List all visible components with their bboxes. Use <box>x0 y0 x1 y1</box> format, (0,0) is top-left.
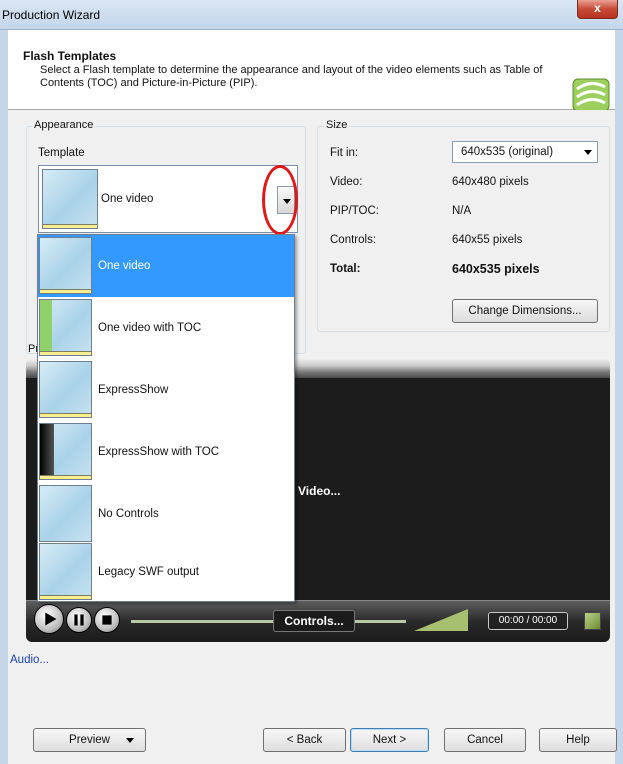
template-option-label: One video <box>98 260 151 272</box>
stop-button[interactable] <box>94 607 120 633</box>
help-button[interactable]: Help <box>539 728 617 752</box>
pause-button[interactable] <box>66 607 92 633</box>
template-thumbnail <box>39 423 92 480</box>
change-dimensions-button[interactable]: Change Dimensions... <box>452 299 598 323</box>
stop-icon <box>102 615 112 625</box>
video-size-value: 640x480 pixels <box>452 176 529 188</box>
fit-in-label: Fit in: <box>330 147 359 159</box>
pause-icon <box>74 614 84 626</box>
template-option-one-video-toc[interactable]: One video with TOC <box>38 297 294 359</box>
time-display: 00:00 / 00:00 <box>488 612 568 630</box>
template-thumbnail <box>39 237 92 294</box>
template-option-label: One video with TOC <box>98 322 202 334</box>
window-frame-right <box>615 30 623 764</box>
total-size-value: 640x535 pixels <box>452 262 540 276</box>
window-title: Production Wizard <box>2 8 101 22</box>
template-thumbnail <box>39 543 92 600</box>
wizard-header: Flash Templates Select a Flash template … <box>8 30 615 112</box>
template-option-label: ExpressShow <box>98 384 169 396</box>
page-title: Flash Templates <box>23 49 117 63</box>
close-icon: x <box>594 1 601 15</box>
template-combobox[interactable]: One video <box>38 165 298 233</box>
template-option-expressshow[interactable]: ExpressShow <box>38 359 294 421</box>
template-thumbnail <box>42 169 98 229</box>
preview-button[interactable]: Preview <box>33 728 146 752</box>
audio-link[interactable]: Audio... <box>10 654 49 666</box>
title-bar: Production Wizard x <box>0 0 623 30</box>
cancel-button[interactable]: Cancel <box>444 728 526 752</box>
window-frame-left <box>0 30 8 764</box>
template-option-one-video[interactable]: One video <box>38 235 294 297</box>
controls-placeholder: Controls... <box>273 610 355 632</box>
close-button[interactable]: x <box>577 0 618 19</box>
page-description: Select a Flash template to determine the… <box>40 64 543 89</box>
back-button[interactable]: < Back <box>263 728 346 752</box>
highlight-circle <box>262 165 298 235</box>
pip-toc-label: PIP/TOC: <box>330 205 379 217</box>
fit-in-value: 640x535 (original) <box>461 146 554 158</box>
template-dropdown-list: One video One video with TOC ExpressShow… <box>37 234 295 602</box>
controls-size-label: Controls: <box>330 234 377 246</box>
template-thumbnail <box>39 485 92 542</box>
controls-size-value: 640x55 pixels <box>452 234 523 246</box>
template-option-label: Legacy SWF output <box>98 566 199 578</box>
size-group-label: Size <box>324 119 350 131</box>
play-button[interactable] <box>34 604 64 634</box>
video-placeholder-text: Video... <box>298 484 341 498</box>
pip-toc-value: N/A <box>452 205 472 217</box>
camtasia-icon <box>584 612 601 630</box>
next-button[interactable]: Next > <box>350 728 429 752</box>
appearance-group-label: Appearance <box>32 119 96 131</box>
template-thumbnail <box>39 361 92 418</box>
video-size-label: Video: <box>330 176 363 188</box>
template-option-label: No Controls <box>98 508 159 520</box>
total-size-label: Total: <box>330 263 361 275</box>
template-option-no-controls[interactable]: No Controls <box>38 483 294 545</box>
flash-template-icon <box>572 78 610 112</box>
fit-in-select[interactable]: 640x535 (original) <box>452 141 598 163</box>
chevron-down-icon <box>126 738 134 743</box>
play-icon <box>45 612 57 626</box>
template-label: Template <box>38 147 85 159</box>
template-selected-value: One video <box>101 193 154 205</box>
template-thumbnail <box>39 299 92 356</box>
template-option-legacy-swf[interactable]: Legacy SWF output <box>38 541 294 603</box>
template-option-expressshow-toc[interactable]: ExpressShow with TOC <box>38 421 294 483</box>
seek-bar[interactable] <box>131 620 406 623</box>
volume-slider[interactable] <box>414 609 468 631</box>
preview-button-label: Preview <box>69 734 110 746</box>
template-option-label: ExpressShow with TOC <box>98 446 220 458</box>
